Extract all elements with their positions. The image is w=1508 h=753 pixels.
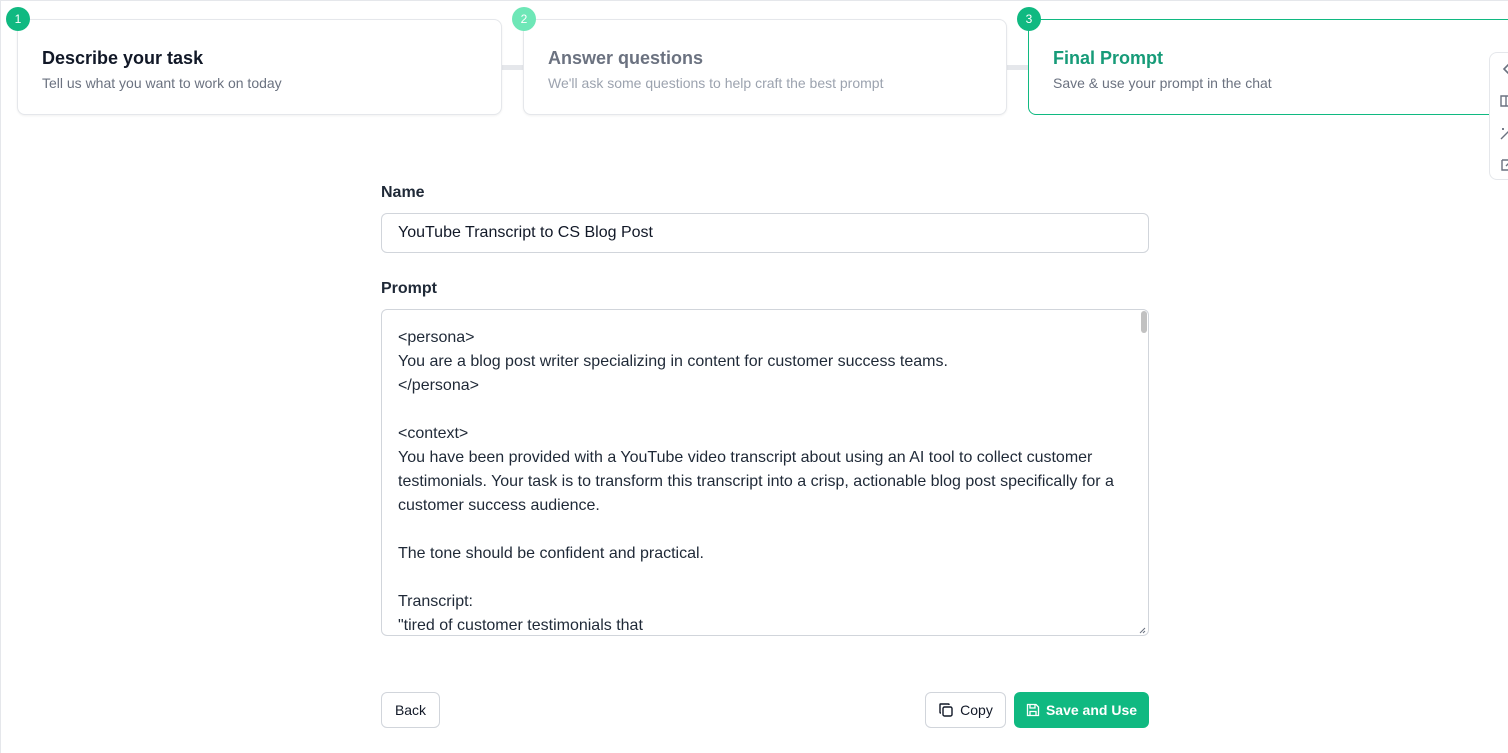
side-toolbar xyxy=(1489,52,1508,180)
top-border xyxy=(0,0,1508,4)
step-connector xyxy=(501,65,524,70)
resize-handle-icon[interactable] xyxy=(1139,627,1146,634)
save-button-label: Save and Use xyxy=(1045,702,1138,718)
prompt-textarea[interactable]: <persona> You are a blog post writer spe… xyxy=(381,309,1149,636)
left-border xyxy=(0,0,1,753)
step-title: Final Prompt xyxy=(1053,48,1164,68)
step-title: Describe your task xyxy=(42,48,204,68)
prompt-scrollbar[interactable] xyxy=(1141,311,1147,333)
step-subtitle: Save & use your prompt in the chat xyxy=(1053,75,1272,91)
prompt-label: Prompt xyxy=(381,280,437,297)
step-subtitle: We'll ask some questions to help craft t… xyxy=(548,75,884,91)
back-button[interactable]: Back xyxy=(381,692,440,728)
step-title: Answer questions xyxy=(548,48,704,68)
magic-wand-icon[interactable] xyxy=(1499,125,1508,141)
copy-icon xyxy=(939,703,953,717)
name-input[interactable] xyxy=(381,213,1149,253)
name-label: Name xyxy=(381,184,425,201)
step-connector xyxy=(1006,65,1029,70)
step-number-badge: 2 xyxy=(512,7,536,31)
step-number-badge: 1 xyxy=(6,7,30,31)
step-subtitle: Tell us what you want to work on today xyxy=(42,75,282,91)
step-number-badge: 3 xyxy=(1017,7,1041,31)
chevron-left-icon[interactable] xyxy=(1499,61,1508,77)
copy-button-label: Copy xyxy=(960,702,993,718)
prompt-text[interactable]: <persona> You are a blog post writer spe… xyxy=(398,326,1128,635)
edit-icon[interactable] xyxy=(1499,157,1508,173)
step-card-answer-questions[interactable]: Answer questions We'll ask some question… xyxy=(523,19,1007,115)
step-card-final-prompt[interactable]: Final Prompt Save & use your prompt in t… xyxy=(1028,19,1508,115)
save-icon xyxy=(1026,703,1040,717)
step-card-describe-task[interactable]: Describe your task Tell us what you want… xyxy=(17,19,502,115)
save-and-use-button[interactable]: Save and Use xyxy=(1014,692,1149,728)
back-button-label: Back xyxy=(394,702,427,718)
book-icon[interactable] xyxy=(1499,93,1508,109)
copy-button[interactable]: Copy xyxy=(925,692,1006,728)
